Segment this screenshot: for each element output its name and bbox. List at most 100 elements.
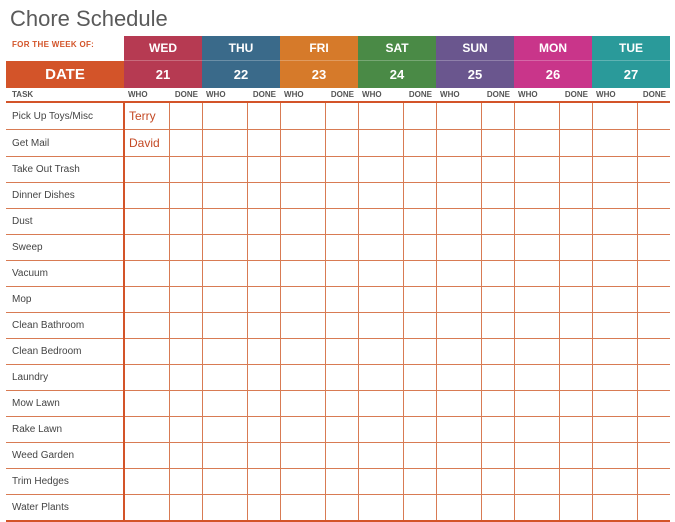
who-cell[interactable] bbox=[280, 313, 325, 339]
who-cell[interactable] bbox=[124, 183, 169, 209]
who-cell[interactable] bbox=[124, 261, 169, 287]
who-cell[interactable] bbox=[280, 209, 325, 235]
done-cell[interactable] bbox=[169, 365, 202, 391]
done-cell[interactable] bbox=[247, 365, 280, 391]
done-cell[interactable] bbox=[403, 365, 436, 391]
who-cell[interactable] bbox=[124, 443, 169, 469]
done-cell[interactable] bbox=[403, 157, 436, 183]
who-cell[interactable] bbox=[358, 469, 403, 495]
done-cell[interactable] bbox=[559, 209, 592, 235]
done-cell[interactable] bbox=[559, 261, 592, 287]
done-cell[interactable] bbox=[559, 157, 592, 183]
who-cell[interactable] bbox=[202, 391, 247, 417]
done-cell[interactable] bbox=[403, 130, 436, 157]
who-cell[interactable] bbox=[514, 339, 559, 365]
who-cell[interactable] bbox=[202, 102, 247, 130]
who-cell[interactable] bbox=[358, 261, 403, 287]
done-cell[interactable] bbox=[481, 261, 514, 287]
who-cell[interactable] bbox=[358, 417, 403, 443]
who-cell[interactable] bbox=[202, 157, 247, 183]
done-cell[interactable] bbox=[559, 469, 592, 495]
who-cell[interactable] bbox=[592, 130, 637, 157]
who-cell[interactable] bbox=[280, 339, 325, 365]
done-cell[interactable] bbox=[559, 365, 592, 391]
who-cell[interactable] bbox=[592, 417, 637, 443]
done-cell[interactable] bbox=[559, 391, 592, 417]
done-cell[interactable] bbox=[481, 313, 514, 339]
done-cell[interactable] bbox=[481, 365, 514, 391]
who-cell[interactable] bbox=[436, 495, 481, 521]
who-cell[interactable] bbox=[280, 443, 325, 469]
done-cell[interactable] bbox=[325, 130, 358, 157]
done-cell[interactable] bbox=[481, 102, 514, 130]
done-cell[interactable] bbox=[637, 235, 670, 261]
who-cell[interactable] bbox=[514, 469, 559, 495]
done-cell[interactable] bbox=[325, 495, 358, 521]
done-cell[interactable] bbox=[559, 339, 592, 365]
who-cell[interactable] bbox=[202, 183, 247, 209]
who-cell[interactable] bbox=[280, 102, 325, 130]
who-cell[interactable] bbox=[358, 287, 403, 313]
who-cell[interactable] bbox=[436, 235, 481, 261]
done-cell[interactable] bbox=[169, 495, 202, 521]
who-cell[interactable] bbox=[436, 130, 481, 157]
done-cell[interactable] bbox=[403, 469, 436, 495]
done-cell[interactable] bbox=[169, 287, 202, 313]
done-cell[interactable] bbox=[481, 469, 514, 495]
who-cell[interactable] bbox=[280, 417, 325, 443]
done-cell[interactable] bbox=[403, 417, 436, 443]
done-cell[interactable] bbox=[559, 495, 592, 521]
done-cell[interactable] bbox=[481, 209, 514, 235]
done-cell[interactable] bbox=[247, 183, 280, 209]
done-cell[interactable] bbox=[481, 130, 514, 157]
done-cell[interactable] bbox=[559, 313, 592, 339]
who-cell[interactable] bbox=[358, 313, 403, 339]
done-cell[interactable] bbox=[637, 313, 670, 339]
done-cell[interactable] bbox=[247, 261, 280, 287]
done-cell[interactable] bbox=[247, 235, 280, 261]
done-cell[interactable] bbox=[169, 130, 202, 157]
done-cell[interactable] bbox=[637, 417, 670, 443]
done-cell[interactable] bbox=[247, 469, 280, 495]
who-cell[interactable] bbox=[358, 209, 403, 235]
who-cell[interactable] bbox=[358, 130, 403, 157]
who-cell[interactable] bbox=[358, 235, 403, 261]
done-cell[interactable] bbox=[403, 235, 436, 261]
done-cell[interactable] bbox=[403, 209, 436, 235]
done-cell[interactable] bbox=[559, 183, 592, 209]
done-cell[interactable] bbox=[637, 339, 670, 365]
done-cell[interactable] bbox=[637, 365, 670, 391]
who-cell[interactable] bbox=[592, 261, 637, 287]
done-cell[interactable] bbox=[325, 102, 358, 130]
done-cell[interactable] bbox=[247, 287, 280, 313]
who-cell[interactable] bbox=[202, 130, 247, 157]
done-cell[interactable] bbox=[559, 102, 592, 130]
who-cell[interactable] bbox=[358, 157, 403, 183]
who-cell[interactable] bbox=[436, 313, 481, 339]
who-cell[interactable] bbox=[436, 391, 481, 417]
who-cell[interactable] bbox=[436, 417, 481, 443]
done-cell[interactable] bbox=[169, 235, 202, 261]
done-cell[interactable] bbox=[559, 443, 592, 469]
done-cell[interactable] bbox=[247, 417, 280, 443]
who-cell[interactable] bbox=[514, 365, 559, 391]
done-cell[interactable] bbox=[403, 339, 436, 365]
who-cell[interactable] bbox=[514, 287, 559, 313]
done-cell[interactable] bbox=[403, 261, 436, 287]
done-cell[interactable] bbox=[637, 130, 670, 157]
who-cell[interactable] bbox=[436, 183, 481, 209]
who-cell[interactable] bbox=[202, 365, 247, 391]
who-cell[interactable] bbox=[202, 443, 247, 469]
who-cell[interactable] bbox=[202, 287, 247, 313]
who-cell[interactable] bbox=[358, 102, 403, 130]
who-cell[interactable] bbox=[280, 469, 325, 495]
done-cell[interactable] bbox=[481, 157, 514, 183]
done-cell[interactable] bbox=[169, 209, 202, 235]
done-cell[interactable] bbox=[247, 391, 280, 417]
done-cell[interactable] bbox=[481, 287, 514, 313]
who-cell[interactable] bbox=[592, 469, 637, 495]
who-cell[interactable] bbox=[280, 287, 325, 313]
who-cell[interactable] bbox=[202, 313, 247, 339]
done-cell[interactable] bbox=[325, 157, 358, 183]
done-cell[interactable] bbox=[169, 443, 202, 469]
